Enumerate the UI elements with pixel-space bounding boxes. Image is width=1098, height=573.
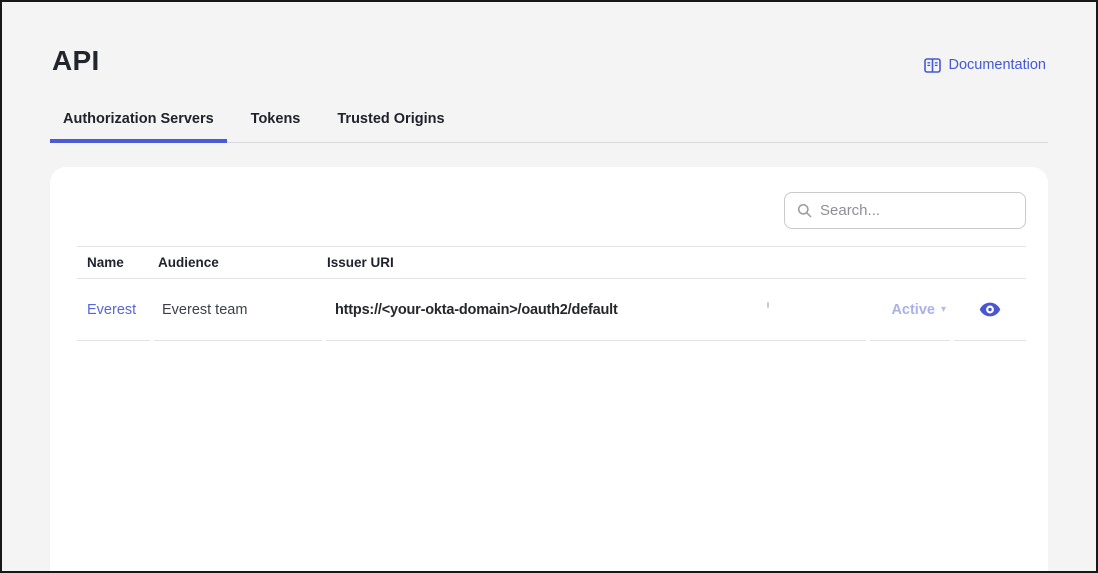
eye-icon	[979, 302, 1001, 317]
documentation-label: Documentation	[948, 57, 1046, 74]
table-row: Everest Everest team https://<your-okta-…	[77, 279, 1026, 341]
authorization-servers-table: Name Audience Issuer URI Everest Everest…	[77, 246, 1026, 341]
stray-pixel-artifact	[767, 302, 769, 308]
column-header-issuer-uri: Issuer URI	[318, 255, 874, 270]
issuer-uri-value: https://<your-okta-domain>/oauth2/defaul…	[335, 302, 618, 318]
chevron-down-icon: ▾	[941, 305, 946, 315]
tab-trusted-origins[interactable]: Trusted Origins	[324, 92, 457, 142]
status-label: Active	[891, 302, 935, 318]
documentation-link[interactable]: Documentation	[924, 57, 1046, 78]
search-input[interactable]	[820, 202, 1015, 219]
tab-tokens[interactable]: Tokens	[238, 92, 314, 142]
authorization-servers-panel: Name Audience Issuer URI Everest Everest…	[50, 167, 1048, 571]
tab-bar: Authorization Servers Tokens Trusted Ori…	[50, 92, 1048, 143]
table-header-row: Name Audience Issuer URI	[77, 246, 1026, 279]
table-toolbar	[50, 167, 1048, 246]
column-header-name: Name	[77, 255, 150, 270]
book-icon	[924, 58, 941, 73]
audience-value: Everest team	[162, 302, 247, 318]
page-title: API	[52, 44, 100, 78]
column-header-audience: Audience	[150, 255, 318, 270]
search-icon	[797, 203, 820, 218]
page-header: API Documentation	[2, 2, 1096, 78]
tab-authorization-servers[interactable]: Authorization Servers	[50, 92, 227, 142]
search-box[interactable]	[784, 192, 1026, 229]
status-dropdown[interactable]: Active ▾	[891, 302, 946, 318]
preview-button[interactable]	[975, 298, 1005, 321]
app-window: API Documentation Authorization Servers …	[0, 0, 1098, 573]
server-name-link[interactable]: Everest	[87, 302, 136, 318]
